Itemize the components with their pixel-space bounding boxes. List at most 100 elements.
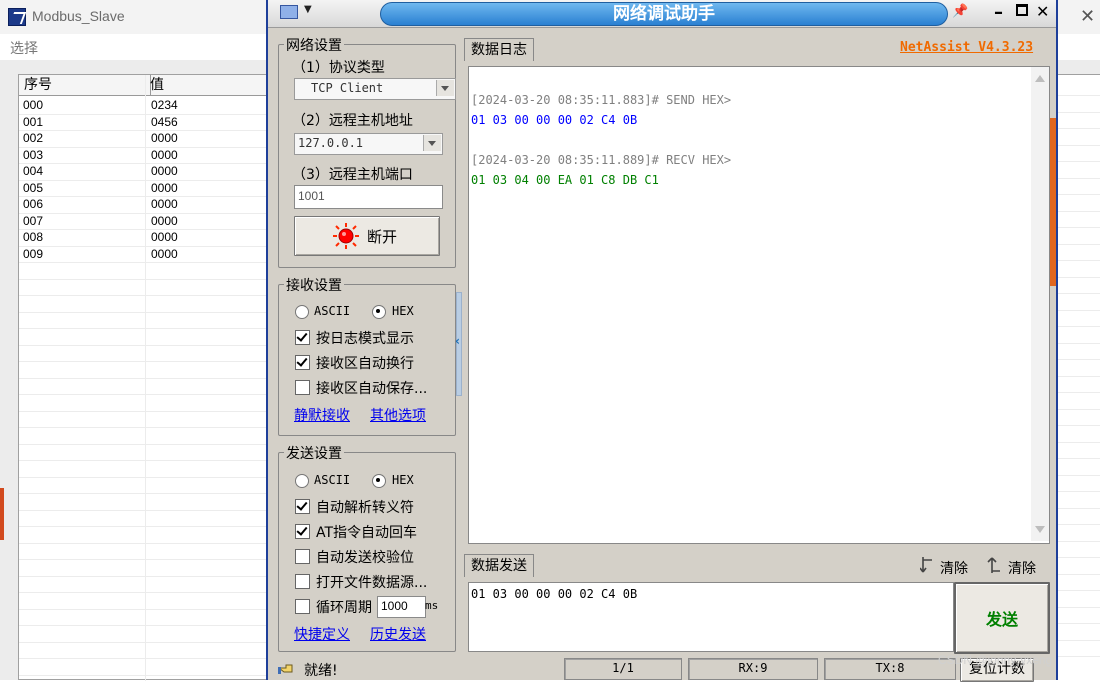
hand-pointer-icon (277, 660, 294, 676)
remote-port-input[interactable]: 1001 (294, 185, 443, 209)
at-auto-enter-checkbox[interactable] (295, 524, 310, 539)
scroll-up-icon[interactable] (1035, 75, 1045, 82)
grid-line (1056, 392, 1100, 393)
tab-data-send[interactable]: 数据发送 (464, 554, 534, 577)
remote-port-label: （3）远程主机端口 (292, 167, 413, 183)
clear-send-label[interactable]: 清除 (940, 558, 968, 578)
log-line-recv-header: [2024-03-20 08:35:11.889]# RECV HEX> (471, 153, 732, 167)
table-row-empty (19, 592, 269, 610)
table-row-empty (19, 312, 269, 329)
remote-host-select[interactable]: 127.0.0.1 (294, 133, 443, 155)
table-row[interactable]: 007 0000 (19, 213, 269, 230)
row-value: 0000 (151, 180, 178, 195)
grid-line (1056, 211, 1100, 212)
send-hex-radio[interactable] (372, 474, 386, 488)
clear-recv-icon[interactable] (986, 556, 1000, 574)
recv-log-mode-label: 按日志模式显示 (316, 331, 414, 347)
parse-escape-checkbox[interactable] (295, 499, 310, 514)
maximize-button[interactable] (1016, 4, 1028, 16)
version-link[interactable]: NetAssist V4.3.23 (900, 40, 1033, 55)
table-row-empty (19, 295, 269, 313)
table-row-empty (19, 427, 269, 445)
quick-define-link[interactable]: 快捷定义 (294, 624, 350, 644)
collapse-arrow-icon[interactable]: ‹ (455, 334, 460, 348)
table-row[interactable]: 002 0000 (19, 130, 269, 148)
send-content: 01 03 00 00 00 02 C4 0B (471, 587, 638, 601)
modbus-left-accent (0, 488, 4, 540)
watermark: CSDN @jonny-yxeng (938, 653, 1053, 667)
column-header-index[interactable]: 序号 (19, 75, 151, 95)
pin-icon[interactable]: 📌 (952, 4, 968, 19)
close-button[interactable]: ✕ (1036, 2, 1049, 21)
recv-log-mode-checkbox[interactable] (295, 330, 310, 345)
send-input-area[interactable]: 01 03 00 00 00 02 C4 0B (468, 582, 954, 652)
disconnect-button[interactable]: 断开 (294, 216, 440, 256)
log-scrollbar[interactable] (1031, 67, 1049, 541)
minimize-button[interactable]: – (994, 2, 1003, 23)
send-ascii-radio[interactable] (295, 474, 309, 488)
grid-line (1056, 310, 1100, 311)
clear-send-icon[interactable] (919, 556, 934, 574)
tab-data-log[interactable]: 数据日志 (464, 38, 534, 61)
clear-recv-label[interactable]: 清除 (1008, 558, 1036, 578)
auto-checksum-checkbox[interactable] (295, 549, 310, 564)
table-row[interactable]: 004 0000 (19, 163, 269, 181)
table-row-empty (19, 510, 269, 527)
recv-auto-save-checkbox[interactable] (295, 380, 310, 395)
grid-line (1056, 524, 1100, 525)
send-button[interactable]: 发送 (954, 582, 1050, 654)
table-row[interactable]: 001 0456 (19, 114, 269, 131)
other-options-link[interactable]: 其他选项 (370, 405, 426, 425)
parse-escape-label: 自动解析转义符 (316, 500, 414, 516)
row-index: 008 (23, 230, 44, 244)
grid-line (1056, 95, 1100, 96)
recv-hex-radio[interactable] (372, 305, 386, 319)
row-index: 001 (23, 114, 44, 129)
table-row-empty (19, 279, 269, 296)
silent-receive-link[interactable]: 静默接收 (294, 405, 350, 425)
modbus-close-icon[interactable]: ✕ (1080, 6, 1095, 27)
table-row-empty (19, 642, 269, 659)
system-menu-button[interactable]: ▼ (278, 4, 314, 24)
grid-line (1056, 145, 1100, 146)
history-send-link[interactable]: 历史发送 (370, 624, 426, 644)
send-button-label: 发送 (985, 610, 1018, 629)
modbus-menu-select[interactable]: 选择 (10, 38, 38, 58)
protocol-type-select[interactable]: TCP Client (294, 78, 456, 100)
row-index: 005 (23, 180, 44, 195)
table-row-empty (19, 262, 269, 280)
recv-ascii-radio[interactable] (295, 305, 309, 319)
loop-period-checkbox[interactable] (295, 599, 310, 614)
table-row[interactable]: 008 0000 (19, 229, 269, 247)
file-source-checkbox[interactable] (295, 574, 310, 589)
table-row[interactable]: 009 0000 (19, 246, 269, 263)
table-row[interactable]: 006 0000 (19, 196, 269, 214)
modbus-window-title: Modbus_Slave (32, 8, 125, 24)
protocol-type-value: TCP Client (311, 81, 384, 95)
table-row[interactable]: 005 0000 (19, 180, 269, 197)
column-header-value[interactable]: 值 (145, 75, 274, 95)
table-row[interactable]: 003 0000 (19, 147, 269, 164)
table-row-empty (19, 328, 269, 346)
loop-period-input[interactable]: 1000 (377, 596, 426, 618)
row-value: 0000 (151, 230, 178, 244)
status-ready-text: 就绪! (304, 663, 338, 679)
receive-log-area[interactable]: [2024-03-20 08:35:11.883]# SEND HEX> 01 … (468, 66, 1050, 544)
table-row[interactable]: 000 0234 (19, 97, 269, 115)
chevron-down-icon[interactable] (423, 135, 441, 151)
grid-line (1056, 161, 1100, 162)
modbus-register-grid[interactable]: 序号 值 000 0234 001 0456 002 0000 003 0000 004… (18, 74, 269, 681)
table-row-empty (19, 576, 269, 593)
chevron-down-icon[interactable] (436, 80, 454, 96)
row-index: 007 (23, 213, 44, 228)
modbus-app-icon (8, 8, 26, 26)
recv-auto-wrap-checkbox[interactable] (295, 355, 310, 370)
grid-line (1056, 244, 1100, 245)
row-value: 0000 (151, 131, 178, 145)
row-index: 009 (23, 246, 44, 261)
log-line-recv-data: 01 03 04 00 EA 01 C8 DB C1 (471, 173, 659, 187)
grid-line (1056, 458, 1100, 459)
scroll-down-icon[interactable] (1035, 526, 1045, 533)
grid-line (1056, 541, 1100, 542)
grid-line (1056, 293, 1100, 294)
